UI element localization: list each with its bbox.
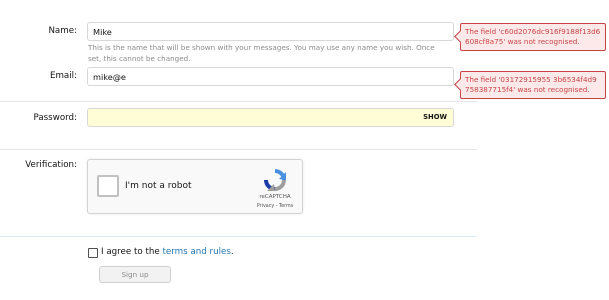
password-field[interactable]: SHOW [87,108,454,127]
recaptcha-privacy-link[interactable]: Privacy [257,204,274,209]
email-error-tooltip: The field '03172915955 3b6534f4d97583877… [460,71,606,99]
divider-password [0,149,477,150]
sign-up-button[interactable]: Sign up [99,266,171,283]
agree-prefix: I agree to the [101,247,163,257]
email-label: Email: [49,71,77,81]
name-error-tooltip: The field 'c60d2076dc916f9188f13d6608cf8… [460,23,606,51]
recaptcha-brand: reCAPTCHA [259,194,291,200]
divider-verification [0,236,477,237]
terms-and-rules-link[interactable]: terms and rules [163,247,231,257]
agree-terms-text: I agree to the terms and rules. [101,247,234,257]
recaptcha-logo-icon [264,169,286,191]
name-label: Name: [48,26,77,36]
recaptcha-widget: I'm not a robot reCAPTCHA Privacy - Term… [87,159,303,214]
recaptcha-links: Privacy - Terms [250,204,300,209]
verification-label: Verification: [25,160,77,170]
recaptcha-checkbox-label: I'm not a robot [125,181,192,191]
password-show-toggle[interactable]: SHOW [423,113,447,121]
email-input[interactable] [87,67,454,86]
agree-suffix: . [230,247,234,257]
name-error-text: The field 'c60d2076dc916f9188f13d6608cf8… [465,27,601,46]
email-error-text: The field '03172915955 3b6534f4d97583877… [465,75,597,94]
recaptcha-checkbox[interactable] [97,175,119,197]
recaptcha-terms-link[interactable]: Terms [279,204,293,209]
name-input[interactable] [87,22,454,41]
divider-account [0,101,477,102]
name-hint: This is the name that will be shown with… [88,43,435,63]
password-label: Password: [33,113,77,123]
agree-terms-checkbox[interactable] [88,248,98,258]
